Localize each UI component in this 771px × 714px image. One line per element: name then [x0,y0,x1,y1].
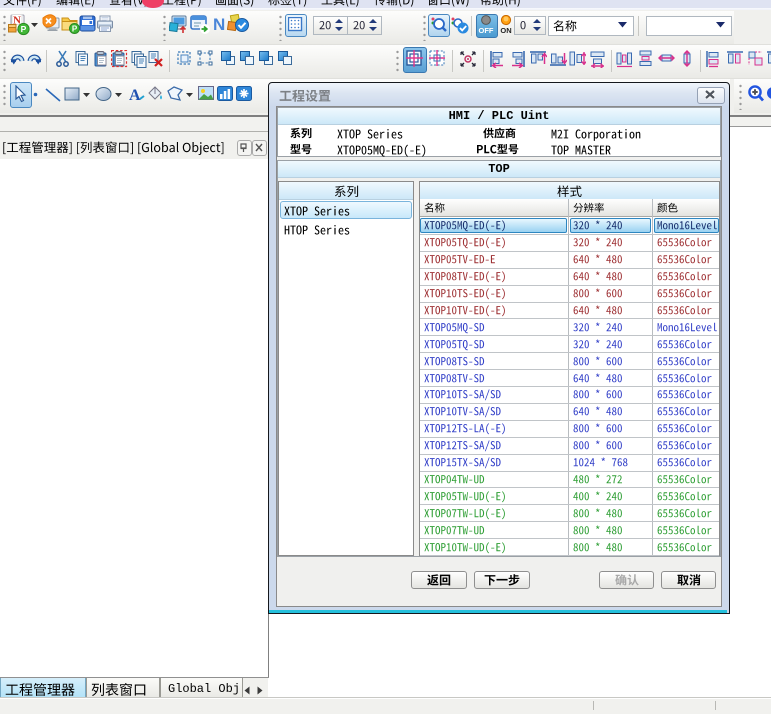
svg-text:P: P [21,24,27,34]
svg-text:A: A [129,87,141,104]
svg-text:OFF: OFF [479,26,494,35]
svg-text:N: N [213,15,225,34]
svg-text:P: P [72,25,78,34]
svg-text:ON: ON [500,26,511,35]
